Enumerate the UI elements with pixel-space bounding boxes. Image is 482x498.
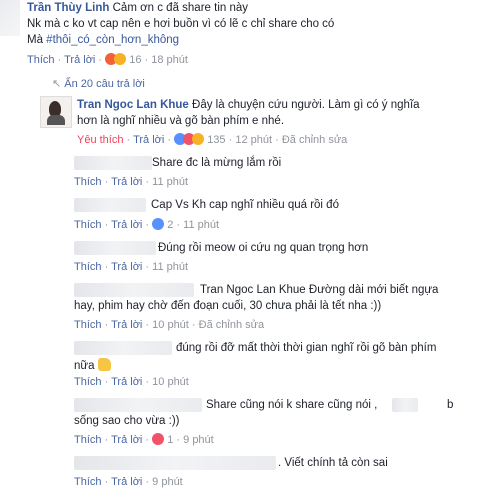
- edited-label[interactable]: Đã chỉnh sửa: [282, 134, 347, 146]
- comment-text-3: Mà #thôi_có_còn_hơn_không: [27, 34, 180, 46]
- reply-text: Cap Vs Kh cap nghĩ nhiều quá rồi đó: [151, 199, 339, 211]
- reply-actions: Thích · Trả lời · 10 phút · Đã chỉnh sửa: [74, 319, 265, 331]
- haha-icon[interactable]: [192, 133, 205, 145]
- reply-button[interactable]: Trả lời: [111, 434, 142, 446]
- reply-text-2: hay, phim hay chờ đến đoạn cuối, 30 chưa…: [74, 300, 382, 312]
- reply-text: Share đc là mừng lắm rồi: [152, 157, 282, 169]
- reply-button[interactable]: Trả lời: [64, 54, 95, 66]
- avatar[interactable]: [0, 0, 20, 36]
- reply-text: đúng rồi đỡ mất thời thời gian nghĩ rồi …: [176, 342, 437, 354]
- reply-text-2: nữa: [74, 358, 111, 372]
- like-button[interactable]: Thích: [74, 476, 102, 488]
- reaction-count: 135: [207, 134, 226, 146]
- reply-time[interactable]: 10 phút: [152, 376, 189, 388]
- reply-author[interactable]: Tran Ngoc Lan Khue: [77, 99, 189, 111]
- reply-button[interactable]: Trả lời: [111, 376, 142, 388]
- reply-time[interactable]: 9 phút: [152, 476, 183, 488]
- reply-text: Đúng rồi meow oi cứu ng quan trọng hơn: [158, 242, 369, 254]
- reply-button[interactable]: Trả lời: [133, 134, 164, 146]
- blurred-name: [74, 241, 156, 255]
- reply-time[interactable]: 11 phút: [152, 261, 188, 273]
- comment-text: Cảm ơn c đã share tin này: [112, 2, 249, 14]
- heart-icon[interactable]: [152, 433, 165, 445]
- reaction-count: 1: [167, 434, 174, 446]
- reply-actions: Thích · Trả lời · 1 · 9 phút: [74, 433, 214, 446]
- thumbs-up-emoji-icon: [97, 358, 111, 371]
- reply-time[interactable]: 9 phút: [183, 434, 214, 446]
- comment-time[interactable]: 18 phút: [151, 54, 188, 66]
- reply-button[interactable]: Trả lời: [111, 219, 142, 231]
- comment-text-2: Nk mà c ko vt cap nên e hơi buồn vì có l…: [27, 18, 335, 30]
- blurred-name: [74, 198, 146, 212]
- comment-author[interactable]: Trần Thùy Linh: [27, 2, 109, 14]
- reply-text: Đây là chuyện cứu người. Làm gì có ý ngh…: [192, 99, 420, 111]
- reply-text-2: sống sao cho vừa :)): [74, 415, 180, 427]
- reply-actions: Thích · Trả lời · 2 · 11 phút: [74, 218, 220, 231]
- reply-actions: Thích · Trả lời · 11 phút: [74, 261, 189, 273]
- blurred-name: [74, 283, 194, 297]
- reply-actions: Thích · Trả lời · 9 phút: [74, 476, 183, 488]
- blurred-name: [74, 398, 202, 412]
- reply-text: Tran Ngoc Lan Khue Đường dài mới biết ng…: [200, 284, 439, 296]
- reply-button[interactable]: Trả lời: [111, 261, 142, 273]
- like-button[interactable]: Thích: [74, 376, 102, 388]
- reply-time[interactable]: 10 phút: [152, 319, 189, 331]
- reaction-count: 2: [167, 219, 174, 231]
- reply-text: Share cũng nói k share cũng nói ,: [206, 399, 378, 411]
- reply-button[interactable]: Trả lời: [111, 476, 142, 488]
- like-button[interactable]: Thích: [74, 319, 102, 331]
- loved-button[interactable]: Yêu thích: [77, 134, 123, 146]
- collapse-arrow-icon: ↖: [52, 78, 62, 90]
- like-button[interactable]: Thích: [74, 176, 102, 188]
- reply-text-b: b: [447, 399, 454, 411]
- reply-text-2: hơn là nghĩ nhiều và gõ bàn phím e nhé.: [77, 115, 285, 127]
- reply-actions: Thích · Trả lời · 10 phút: [74, 376, 189, 388]
- reply-time[interactable]: 11 phút: [183, 219, 219, 231]
- reply-line-1: Tran Ngoc Lan Khue Đây là chuyện cứu ngư…: [77, 99, 420, 111]
- reaction-count: 16: [129, 54, 142, 66]
- blurred-name: [392, 398, 418, 412]
- reply-time[interactable]: 12 phút: [235, 134, 272, 146]
- blurred-name: [74, 341, 172, 355]
- like-button[interactable]: Thích: [74, 219, 102, 231]
- reply-text: . Viết chính tả còn sai: [278, 457, 388, 469]
- reply-actions: Thích · Trả lời · 11 phút: [74, 176, 189, 188]
- reply-button[interactable]: Trả lời: [111, 319, 142, 331]
- hide-replies-toggle[interactable]: ↖ Ẩn 20 câu trả lời: [52, 77, 145, 90]
- avatar[interactable]: [40, 96, 72, 128]
- haha-icon[interactable]: [114, 53, 127, 65]
- reply-time[interactable]: 11 phút: [152, 176, 188, 188]
- comment-actions: Thích · Trả lời · 16 · 18 phút: [27, 53, 188, 66]
- blurred-name: [74, 456, 276, 470]
- reply-actions: Yêu thích · Trả lời · 135 · 12 phút · Đã…: [77, 133, 348, 146]
- hashtag-link[interactable]: #thôi_có_còn_hơn_không: [46, 34, 179, 46]
- like-button[interactable]: Thích: [74, 261, 102, 273]
- like-icon[interactable]: [152, 218, 165, 230]
- like-button[interactable]: Thích: [74, 434, 102, 446]
- comment-line-1: Trần Thùy Linh Cảm ơn c đã share tin này: [27, 2, 248, 14]
- edited-label[interactable]: Đã chỉnh sửa: [199, 319, 264, 331]
- reply-button[interactable]: Trả lời: [111, 176, 142, 188]
- blurred-name: [74, 156, 152, 170]
- like-button[interactable]: Thích: [27, 54, 55, 66]
